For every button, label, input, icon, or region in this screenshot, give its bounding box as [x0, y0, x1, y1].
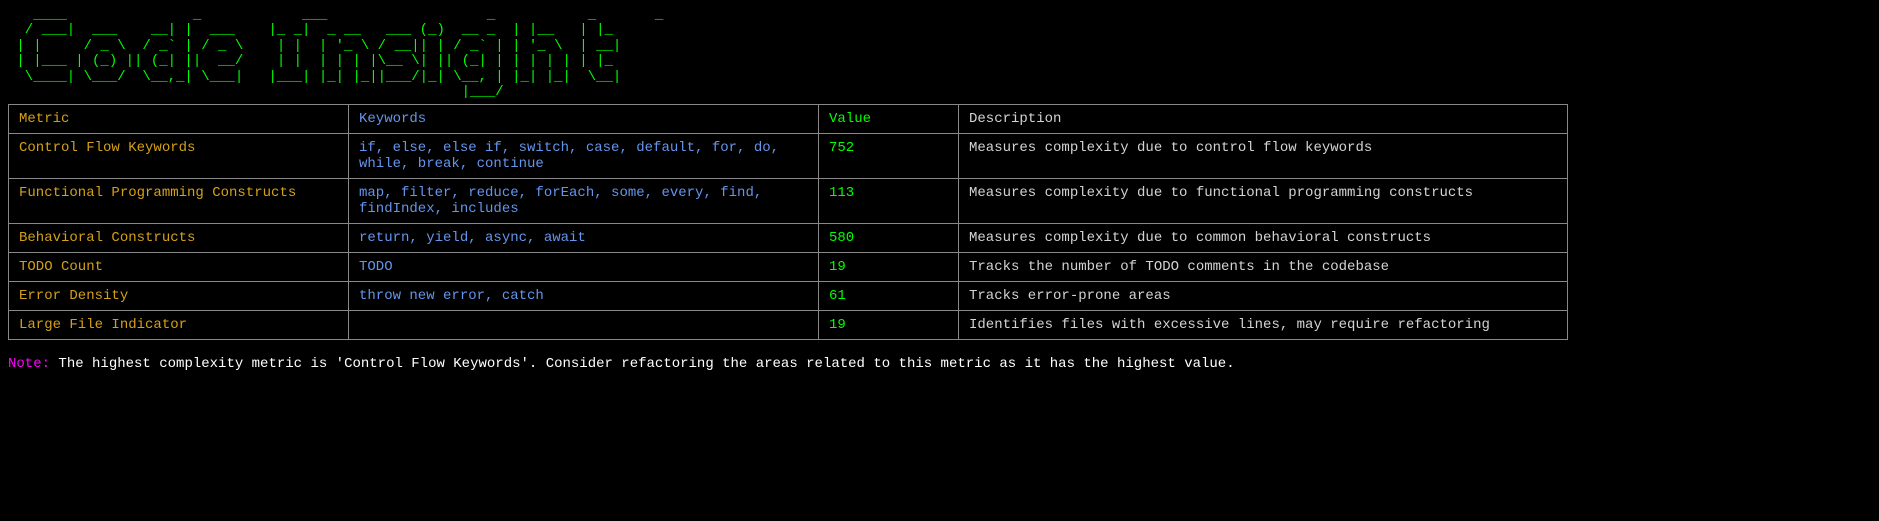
- cell-keywords: if, else, else if, switch, case, default…: [349, 134, 819, 179]
- cell-metric: TODO Count: [9, 253, 349, 282]
- cell-metric: Behavioral Constructs: [9, 224, 349, 253]
- cell-keywords: [349, 311, 819, 340]
- cell-value: 113: [819, 179, 959, 224]
- cell-keywords: map, filter, reduce, forEach, some, ever…: [349, 179, 819, 224]
- note-body: The highest complexity metric is 'Contro…: [50, 356, 1235, 372]
- header-description: Description: [959, 105, 1568, 134]
- header-value: Value: [819, 105, 959, 134]
- cell-value: 752: [819, 134, 959, 179]
- cell-metric: Control Flow Keywords: [9, 134, 349, 179]
- cell-metric: Large File Indicator: [9, 311, 349, 340]
- cell-keywords: return, yield, async, await: [349, 224, 819, 253]
- table-header-row: Metric Keywords Value Description: [9, 105, 1568, 134]
- cell-description: Tracks the number of TODO comments in th…: [959, 253, 1568, 282]
- table-row: Control Flow Keywords if, else, else if,…: [9, 134, 1568, 179]
- cell-description: Measures complexity due to common behavi…: [959, 224, 1568, 253]
- cell-value: 19: [819, 311, 959, 340]
- cell-keywords: TODO: [349, 253, 819, 282]
- cell-value: 580: [819, 224, 959, 253]
- note-text: Note: The highest complexity metric is '…: [8, 356, 1871, 372]
- note-label: Note:: [8, 356, 50, 372]
- cell-value: 61: [819, 282, 959, 311]
- cell-metric: Functional Programming Constructs: [9, 179, 349, 224]
- cell-description: Identifies files with excessive lines, m…: [959, 311, 1568, 340]
- metrics-table: Metric Keywords Value Description Contro…: [8, 104, 1568, 340]
- table-row: Error Density throw new error, catch 61 …: [9, 282, 1568, 311]
- table-row: Behavioral Constructs return, yield, asy…: [9, 224, 1568, 253]
- header-keywords: Keywords: [349, 105, 819, 134]
- cell-description: Tracks error-prone areas: [959, 282, 1568, 311]
- table-row: TODO Count TODO 19 Tracks the number of …: [9, 253, 1568, 282]
- table-row: Functional Programming Constructs map, f…: [9, 179, 1568, 224]
- header-metric: Metric: [9, 105, 349, 134]
- table-row: Large File Indicator 19 Identifies files…: [9, 311, 1568, 340]
- table-body: Control Flow Keywords if, else, else if,…: [9, 134, 1568, 340]
- ascii-title: ____ _ ___ _ _ _ / ___| ___ __| | ___ |_…: [8, 8, 1871, 100]
- cell-description: Measures complexity due to functional pr…: [959, 179, 1568, 224]
- cell-metric: Error Density: [9, 282, 349, 311]
- cell-description: Measures complexity due to control flow …: [959, 134, 1568, 179]
- cell-keywords: throw new error, catch: [349, 282, 819, 311]
- cell-value: 19: [819, 253, 959, 282]
